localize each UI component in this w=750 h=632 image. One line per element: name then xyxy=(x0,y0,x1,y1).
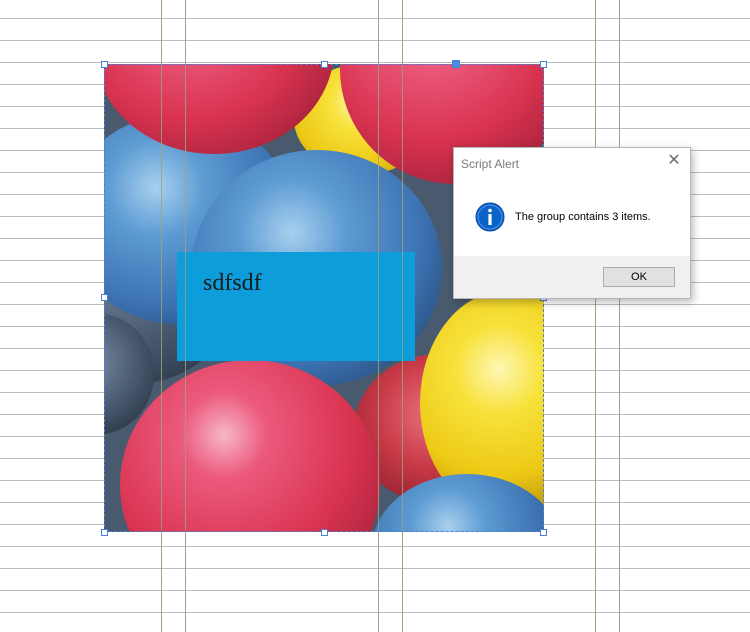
grid-line xyxy=(0,568,750,569)
resize-handle-top-left[interactable] xyxy=(101,61,108,68)
grid-line xyxy=(0,18,750,19)
column-guide xyxy=(402,0,403,632)
resize-handle-left[interactable] xyxy=(101,294,108,301)
dialog-message: The group contains 3 items. xyxy=(515,211,651,223)
script-alert-dialog: Script Alert ✕ The group contains 3 item… xyxy=(453,147,691,299)
grid-line xyxy=(0,546,750,547)
column-guide xyxy=(185,0,186,632)
reference-point-handle[interactable] xyxy=(452,60,460,68)
resize-handle-bottom-right[interactable] xyxy=(540,529,547,536)
info-icon xyxy=(475,202,505,232)
ok-button[interactable]: OK xyxy=(603,267,675,287)
resize-handle-top[interactable] xyxy=(321,61,328,68)
resize-handle-bottom-left[interactable] xyxy=(101,529,108,536)
column-guide xyxy=(378,0,379,632)
close-icon[interactable]: ✕ xyxy=(666,153,682,169)
grid-line xyxy=(0,62,750,63)
resize-handle-top-right[interactable] xyxy=(540,61,547,68)
column-guide xyxy=(595,0,596,632)
dialog-title: Script Alert xyxy=(461,157,520,171)
column-guide xyxy=(161,0,162,632)
text-frame[interactable]: sdfsdf xyxy=(177,252,415,361)
grid-line xyxy=(0,590,750,591)
grid-line xyxy=(0,40,750,41)
resize-handle-bottom[interactable] xyxy=(321,529,328,536)
column-guide xyxy=(619,0,620,632)
grid-line xyxy=(0,612,750,613)
gumball xyxy=(120,360,380,532)
text-frame-content: sdfsdf xyxy=(203,270,262,296)
dialog-button-bar: OK xyxy=(454,256,690,298)
